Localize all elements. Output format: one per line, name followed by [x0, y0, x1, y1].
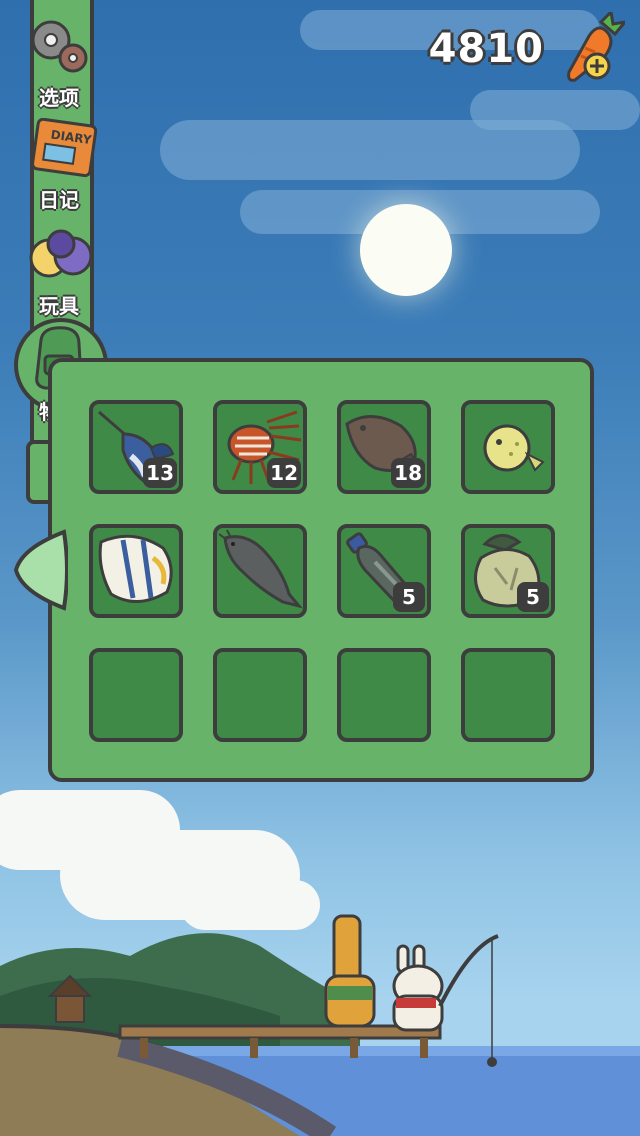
menu-diary[interactable]: DIARY 日记	[14, 117, 104, 213]
inventory-slot-catfish[interactable]	[213, 524, 307, 618]
catfish-icon	[218, 529, 303, 609]
inventory-slot-butterflyfish[interactable]	[89, 524, 183, 618]
inventory-slot-flounder[interactable]: 18	[337, 400, 431, 494]
menu-toys[interactable]: 玩具	[14, 226, 104, 319]
sky-cloud	[470, 90, 640, 130]
inventory-slot-pufferfish[interactable]	[461, 400, 555, 494]
previous-page-button[interactable]	[12, 528, 69, 612]
landscape	[0, 914, 640, 1136]
item-count: 18	[391, 458, 425, 488]
butterflyfish-icon	[98, 534, 173, 603]
menu-label-options: 选项	[39, 86, 79, 110]
sun	[360, 204, 452, 296]
inventory-slot-empty[interactable]	[89, 648, 183, 742]
add-carrots-button[interactable]	[565, 8, 629, 84]
carrot-count: 4810	[428, 26, 544, 72]
arrow-left-icon	[13, 529, 69, 611]
item-count: 12	[267, 458, 301, 488]
item-count: 5	[393, 582, 425, 612]
menu-label-diary: 日记	[39, 188, 79, 212]
pufferfish-icon	[483, 424, 545, 472]
inventory-slot-empty[interactable]	[337, 648, 431, 742]
plus-icon	[583, 52, 611, 80]
menu-options[interactable]: 选项	[14, 12, 104, 111]
item-count: 13	[143, 458, 177, 488]
diary-icon: DIARY	[31, 117, 98, 178]
toy-balls-icon	[29, 229, 93, 278]
menu-label-toys: 玩具	[39, 294, 79, 318]
gear-icon	[31, 20, 88, 73]
item-count: 5	[517, 582, 549, 612]
inventory-slot-empty[interactable]	[213, 648, 307, 742]
inventory-slot-trash-bag[interactable]: 5	[461, 524, 555, 618]
inventory-slot-lionfish[interactable]: 12	[213, 400, 307, 494]
inventory-slot-plastic-bottle[interactable]: 5	[337, 524, 431, 618]
inventory-slot-empty[interactable]	[461, 648, 555, 742]
inventory-slot-swordfish[interactable]: 13	[89, 400, 183, 494]
